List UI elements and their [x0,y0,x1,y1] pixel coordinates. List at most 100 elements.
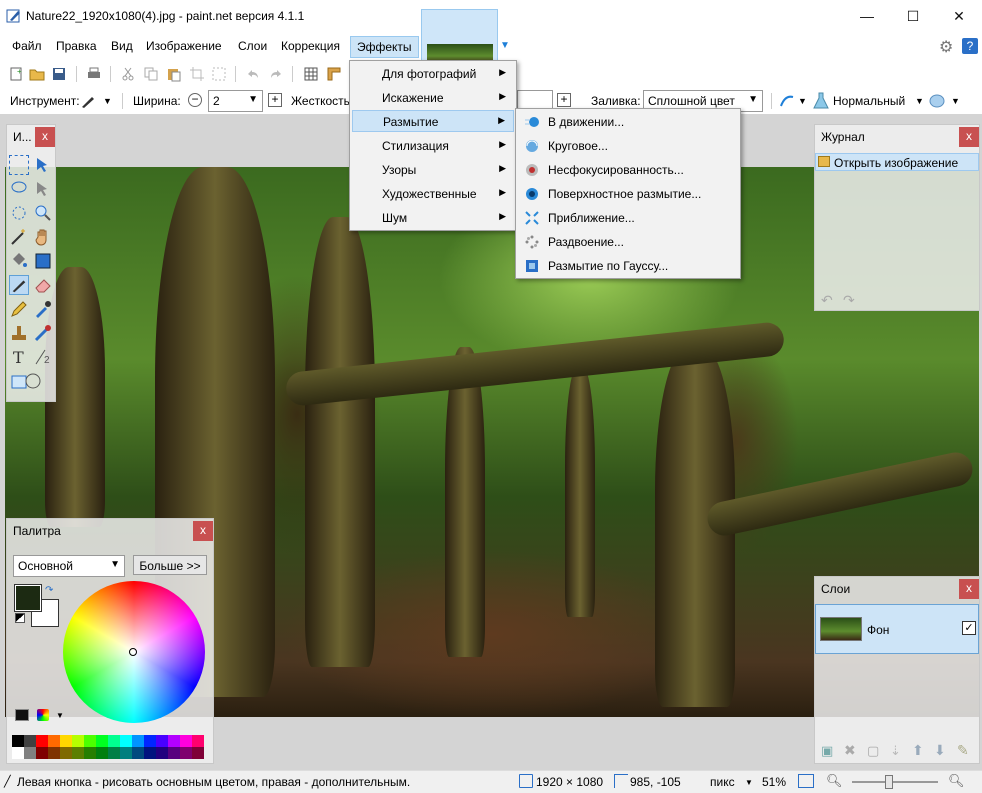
minimize-button[interactable]: — [844,0,890,32]
image-tab[interactable] [421,9,498,64]
swatch[interactable] [192,747,204,759]
swatch[interactable] [96,747,108,759]
ellipse-select-icon[interactable] [9,203,29,223]
alpha-chevron-down-icon[interactable]: ▼ [951,96,960,106]
merge-layer-down-icon[interactable]: ⇣ [890,743,901,759]
crop-icon[interactable] [189,66,205,82]
paint-bucket-icon[interactable] [9,251,29,271]
swatch[interactable] [132,747,144,759]
history-undo-icon[interactable]: ↶ [821,292,833,309]
move-layer-up-icon[interactable]: ⬆ [912,742,924,759]
layers-panel-close-button[interactable]: x [959,579,979,599]
blend-mode-value[interactable]: Нормальный [833,94,905,108]
menu-edit[interactable]: Правка [50,36,103,58]
layer-properties-icon[interactable]: ✎ [957,742,969,759]
paintbrush-icon[interactable] [9,275,29,295]
blur-item-gaussian[interactable]: Размытие по Гауссу... [518,255,738,277]
effects-item-stylize[interactable]: Стилизация ▶ [352,135,514,157]
blur-item-zoom[interactable]: Приближение... [518,207,738,229]
tab-list-chevron-icon[interactable]: ▼ [500,40,512,52]
swatch[interactable] [120,735,132,747]
units-select[interactable]: пикс [710,775,735,789]
layer-row[interactable]: Фон ✓ [815,604,979,654]
paste-icon[interactable] [166,66,182,82]
zoom-in-icon[interactable]: 🔍︎ [948,773,965,789]
blend-mode-flask-icon[interactable] [813,92,829,110]
delete-layer-icon[interactable]: ✖ [844,742,856,759]
more-colors-button[interactable]: Больше >> [133,555,207,575]
add-to-palette-icon[interactable] [15,709,29,721]
zoom-slider-thumb[interactable] [885,775,893,789]
swatch[interactable] [12,735,24,747]
line-curve-icon[interactable]: 2 [33,347,53,367]
history-panel-close-button[interactable]: x [959,127,979,147]
tools-panel-close-button[interactable]: x [35,127,55,147]
menu-adjustments[interactable]: Коррекция [275,36,346,58]
menu-layers[interactable]: Слои [232,36,273,58]
swatch[interactable] [168,735,180,747]
recolor-icon[interactable] [33,323,53,343]
blur-item-radial[interactable]: Круговое... [518,135,738,157]
blur-item-unfocus[interactable]: Несфокусированность... [518,159,738,181]
palette-menu-icon[interactable] [37,709,49,721]
help-icon[interactable]: ? [962,38,978,54]
close-button[interactable]: ✕ [936,0,982,32]
swatch[interactable] [84,735,96,747]
width-increase-icon[interactable]: + [268,93,282,107]
swap-colors-icon[interactable]: ↷ [45,585,53,596]
redo-icon[interactable] [268,66,284,82]
swatch[interactable] [108,747,120,759]
paintbrush-tool-icon[interactable] [80,93,96,109]
clone-stamp-icon[interactable] [9,323,29,343]
gradient-icon[interactable] [33,251,53,271]
blend-mode-chevron-down-icon[interactable]: ▼ [915,96,924,106]
width-decrease-icon[interactable]: − [188,93,202,107]
history-entry[interactable]: Открыть изображение [815,153,979,171]
menu-view[interactable]: Вид [105,36,139,58]
effects-item-blur[interactable]: Размытие ▶ [352,110,514,132]
open-folder-icon[interactable] [29,66,45,82]
swatch[interactable] [60,735,72,747]
effects-item-photo[interactable]: Для фотографий ▶ [352,63,514,85]
swatch[interactable] [24,735,36,747]
effects-item-distort[interactable]: Искажение ▶ [352,87,514,109]
color-wheel[interactable] [63,581,205,723]
swatch[interactable] [120,747,132,759]
zoom-value[interactable]: 51% [762,775,786,789]
text-tool-icon[interactable]: T [9,347,29,367]
deselect-icon[interactable] [211,66,227,82]
eraser-icon[interactable] [33,275,53,295]
history-redo-icon[interactable]: ↷ [843,292,855,309]
grid-icon[interactable] [303,66,319,82]
move-layer-down-icon[interactable]: ⬇ [934,742,946,759]
zoom-out-icon[interactable]: 🔍︎ [826,773,843,789]
save-icon[interactable] [51,66,67,82]
add-layer-icon[interactable]: ▣ [821,743,833,759]
magic-wand-icon[interactable] [9,227,29,247]
color-wheel-cursor[interactable] [129,648,137,656]
effects-item-artistic[interactable]: Художественные ▶ [352,183,514,205]
menu-file[interactable]: Файл [6,36,48,58]
swatch[interactable] [180,747,192,759]
layer-visibility-checkbox[interactable]: ✓ [962,621,976,635]
swatch[interactable] [60,747,72,759]
swatch[interactable] [72,747,84,759]
settings-gear-icon[interactable]: ⚙ [939,37,953,57]
swatch[interactable] [96,735,108,747]
swatch[interactable] [48,747,60,759]
undo-icon[interactable] [245,66,261,82]
lasso-select-icon[interactable] [9,179,29,199]
pan-hand-icon[interactable] [33,227,53,247]
print-icon[interactable] [86,66,102,82]
ruler-icon[interactable] [326,66,342,82]
maximize-button[interactable]: ☐ [890,0,936,32]
swatch[interactable] [108,735,120,747]
cut-icon[interactable] [120,66,136,82]
primary-color-swatch[interactable] [14,584,42,612]
swatch[interactable] [48,735,60,747]
units-chevron-down-icon[interactable]: ▼ [745,778,753,787]
menu-image[interactable]: Изображение [140,36,228,58]
palette-menu-chevron-down-icon[interactable]: ▼ [56,711,64,720]
tool-chevron-down-icon[interactable]: ▼ [103,96,112,106]
swatch[interactable] [192,735,204,747]
